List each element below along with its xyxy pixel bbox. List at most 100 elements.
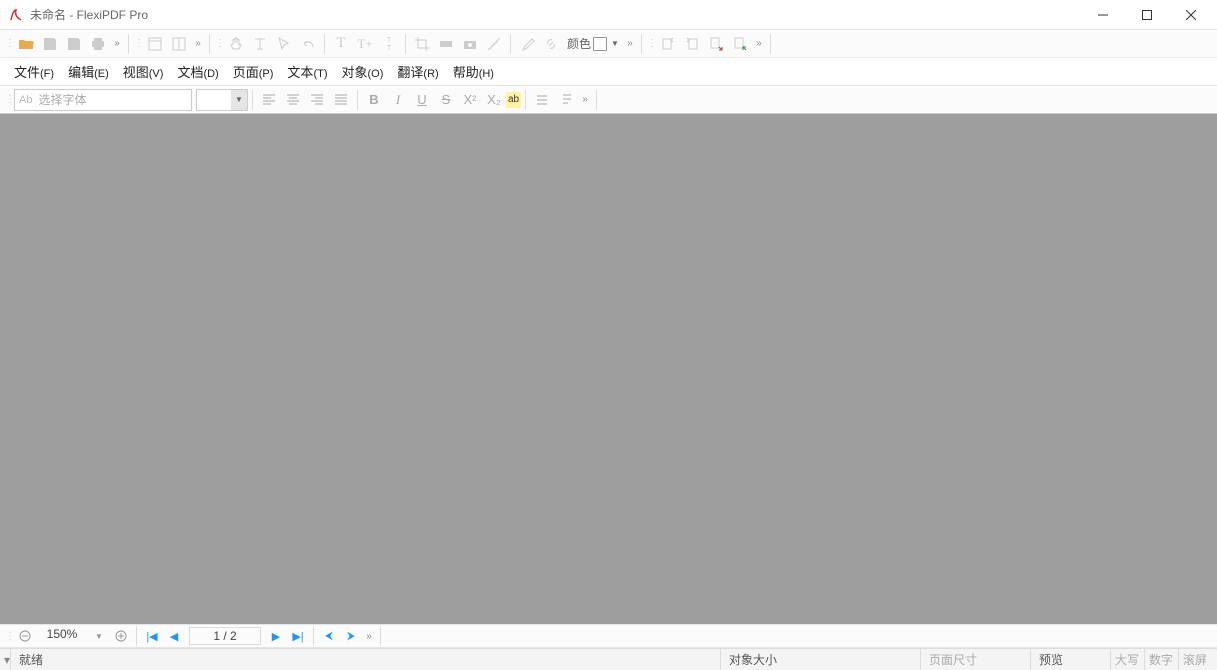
format-overflow[interactable]: » — [578, 88, 592, 112]
maximize-button[interactable] — [1125, 0, 1169, 30]
window-title: 未命名 - FlexiPDF Pro — [30, 6, 1081, 23]
page-number-input[interactable]: 1 / 2 — [189, 627, 261, 645]
toolbar-grip[interactable] — [6, 34, 12, 54]
zoom-in-button[interactable] — [110, 626, 132, 646]
toolbar-grip[interactable] — [135, 34, 141, 54]
color-swatch — [593, 37, 607, 51]
toolbar-grip[interactable] — [6, 90, 12, 110]
status-object-size: 对象大小 — [721, 649, 921, 670]
paragraph-icon[interactable] — [554, 88, 578, 112]
status-bar: ▾ 就绪 对象大小 页面尺寸 预览 大写 数字 滚屏 — [0, 648, 1217, 670]
menu-translate[interactable]: 翻译(R) — [391, 58, 444, 85]
separator — [252, 90, 253, 110]
menu-help[interactable]: 帮助(H) — [447, 58, 500, 85]
page-import-icon[interactable] — [728, 32, 752, 56]
toolbar-overflow-3[interactable]: » — [623, 32, 637, 56]
superscript-button[interactable]: X² — [458, 88, 482, 112]
toolbar-overflow-4[interactable]: » — [752, 32, 766, 56]
toolbar-grip[interactable] — [648, 34, 654, 54]
font-family-select[interactable]: Ab 选择字体 — [14, 89, 192, 111]
undo-icon[interactable] — [296, 32, 320, 56]
separator — [357, 90, 358, 110]
svg-text:T: T — [387, 37, 392, 44]
toolbar-overflow-1[interactable]: » — [110, 32, 124, 56]
separator — [136, 626, 137, 646]
status-page-size: 页面尺寸 — [921, 649, 1031, 670]
last-page-button[interactable]: ▶| — [287, 626, 309, 646]
subscript-button[interactable]: X₂ — [482, 88, 506, 112]
eyedropper-icon[interactable] — [515, 32, 539, 56]
highlight-button[interactable]: ab — [506, 92, 521, 108]
minimize-button[interactable] — [1081, 0, 1125, 30]
separator — [770, 34, 771, 54]
underline-button[interactable]: U — [410, 88, 434, 112]
separator — [510, 34, 511, 54]
color-picker-button[interactable]: 颜色 ▼ — [563, 32, 623, 56]
separator — [596, 90, 597, 110]
window-icon[interactable] — [143, 32, 167, 56]
menu-bar: 文件(F) 编辑(E) 视图(V) 文档(D) 页面(P) 文本(T) 对象(O… — [0, 58, 1217, 86]
align-left-icon[interactable] — [257, 88, 281, 112]
dropdown-icon: ▼ — [611, 39, 619, 48]
status-indicator: ▾ — [0, 653, 6, 667]
menu-page[interactable]: 页面(P) — [227, 58, 280, 85]
save-icon[interactable] — [38, 32, 62, 56]
toolbar-grip[interactable] — [216, 34, 222, 54]
status-scroll: 滚屏 — [1179, 649, 1217, 670]
nav-back-button[interactable]: ⮜ — [318, 626, 340, 646]
format-toolbar: Ab 选择字体 ▼ B I U S X² X₂ ab » — [0, 86, 1217, 114]
zoom-level-input[interactable]: 150% — [36, 627, 88, 645]
save-as-icon[interactable] — [62, 32, 86, 56]
close-button[interactable] — [1169, 0, 1213, 30]
menu-file[interactable]: 文件(F) — [8, 58, 60, 85]
next-page-button[interactable]: ▶ — [265, 626, 287, 646]
nav-overflow[interactable]: » — [362, 624, 376, 648]
rotate-right-icon[interactable] — [680, 32, 704, 56]
redact-icon[interactable] — [434, 32, 458, 56]
text-plus-icon[interactable]: T+ — [353, 32, 377, 56]
text-tool-icon[interactable]: T — [329, 32, 353, 56]
strikethrough-button[interactable]: S — [434, 88, 458, 112]
open-icon[interactable] — [14, 32, 38, 56]
bold-button[interactable]: B — [362, 88, 386, 112]
color-label: 颜色 — [567, 35, 591, 52]
line-spacing-icon[interactable] — [530, 88, 554, 112]
italic-button[interactable]: I — [386, 88, 410, 112]
split-window-icon[interactable] — [167, 32, 191, 56]
camera-icon[interactable] — [458, 32, 482, 56]
crop-icon[interactable] — [410, 32, 434, 56]
align-justify-icon[interactable] — [329, 88, 353, 112]
separator — [380, 626, 381, 646]
menu-object[interactable]: 对象(O) — [335, 58, 389, 85]
link-icon[interactable] — [539, 32, 563, 56]
page-export-icon[interactable] — [704, 32, 728, 56]
zoom-dropdown[interactable]: ▼ — [88, 626, 110, 646]
measure-icon[interactable] — [482, 32, 506, 56]
app-logo-icon — [8, 7, 24, 23]
status-num: 数字 — [1145, 649, 1179, 670]
menu-text[interactable]: 文本(T) — [281, 58, 333, 85]
align-center-icon[interactable] — [281, 88, 305, 112]
menu-document[interactable]: 文档(D) — [171, 58, 224, 85]
toolbar-overflow-2[interactable]: » — [191, 32, 205, 56]
zoom-out-button[interactable] — [14, 626, 36, 646]
separator — [128, 34, 129, 54]
toolbar-grip[interactable] — [6, 626, 12, 646]
text-select-icon[interactable] — [248, 32, 272, 56]
font-prefix-label: Ab — [19, 94, 32, 106]
document-canvas[interactable] — [0, 114, 1217, 624]
rotate-left-icon[interactable] — [656, 32, 680, 56]
font-size-select[interactable]: ▼ — [196, 89, 248, 111]
prev-page-button[interactable]: ◀ — [163, 626, 185, 646]
nav-forward-button[interactable]: ⮞ — [340, 626, 362, 646]
separator — [313, 626, 314, 646]
align-right-icon[interactable] — [305, 88, 329, 112]
hand-tool-icon[interactable] — [224, 32, 248, 56]
print-icon[interactable] — [86, 32, 110, 56]
first-page-button[interactable]: |◀ — [141, 626, 163, 646]
pointer-icon[interactable] — [272, 32, 296, 56]
menu-edit[interactable]: 编辑(E) — [62, 58, 115, 85]
vertical-text-icon[interactable]: TT — [377, 32, 401, 56]
menu-view[interactable]: 视图(V) — [117, 58, 170, 85]
status-preview[interactable]: 预览 — [1031, 649, 1111, 670]
